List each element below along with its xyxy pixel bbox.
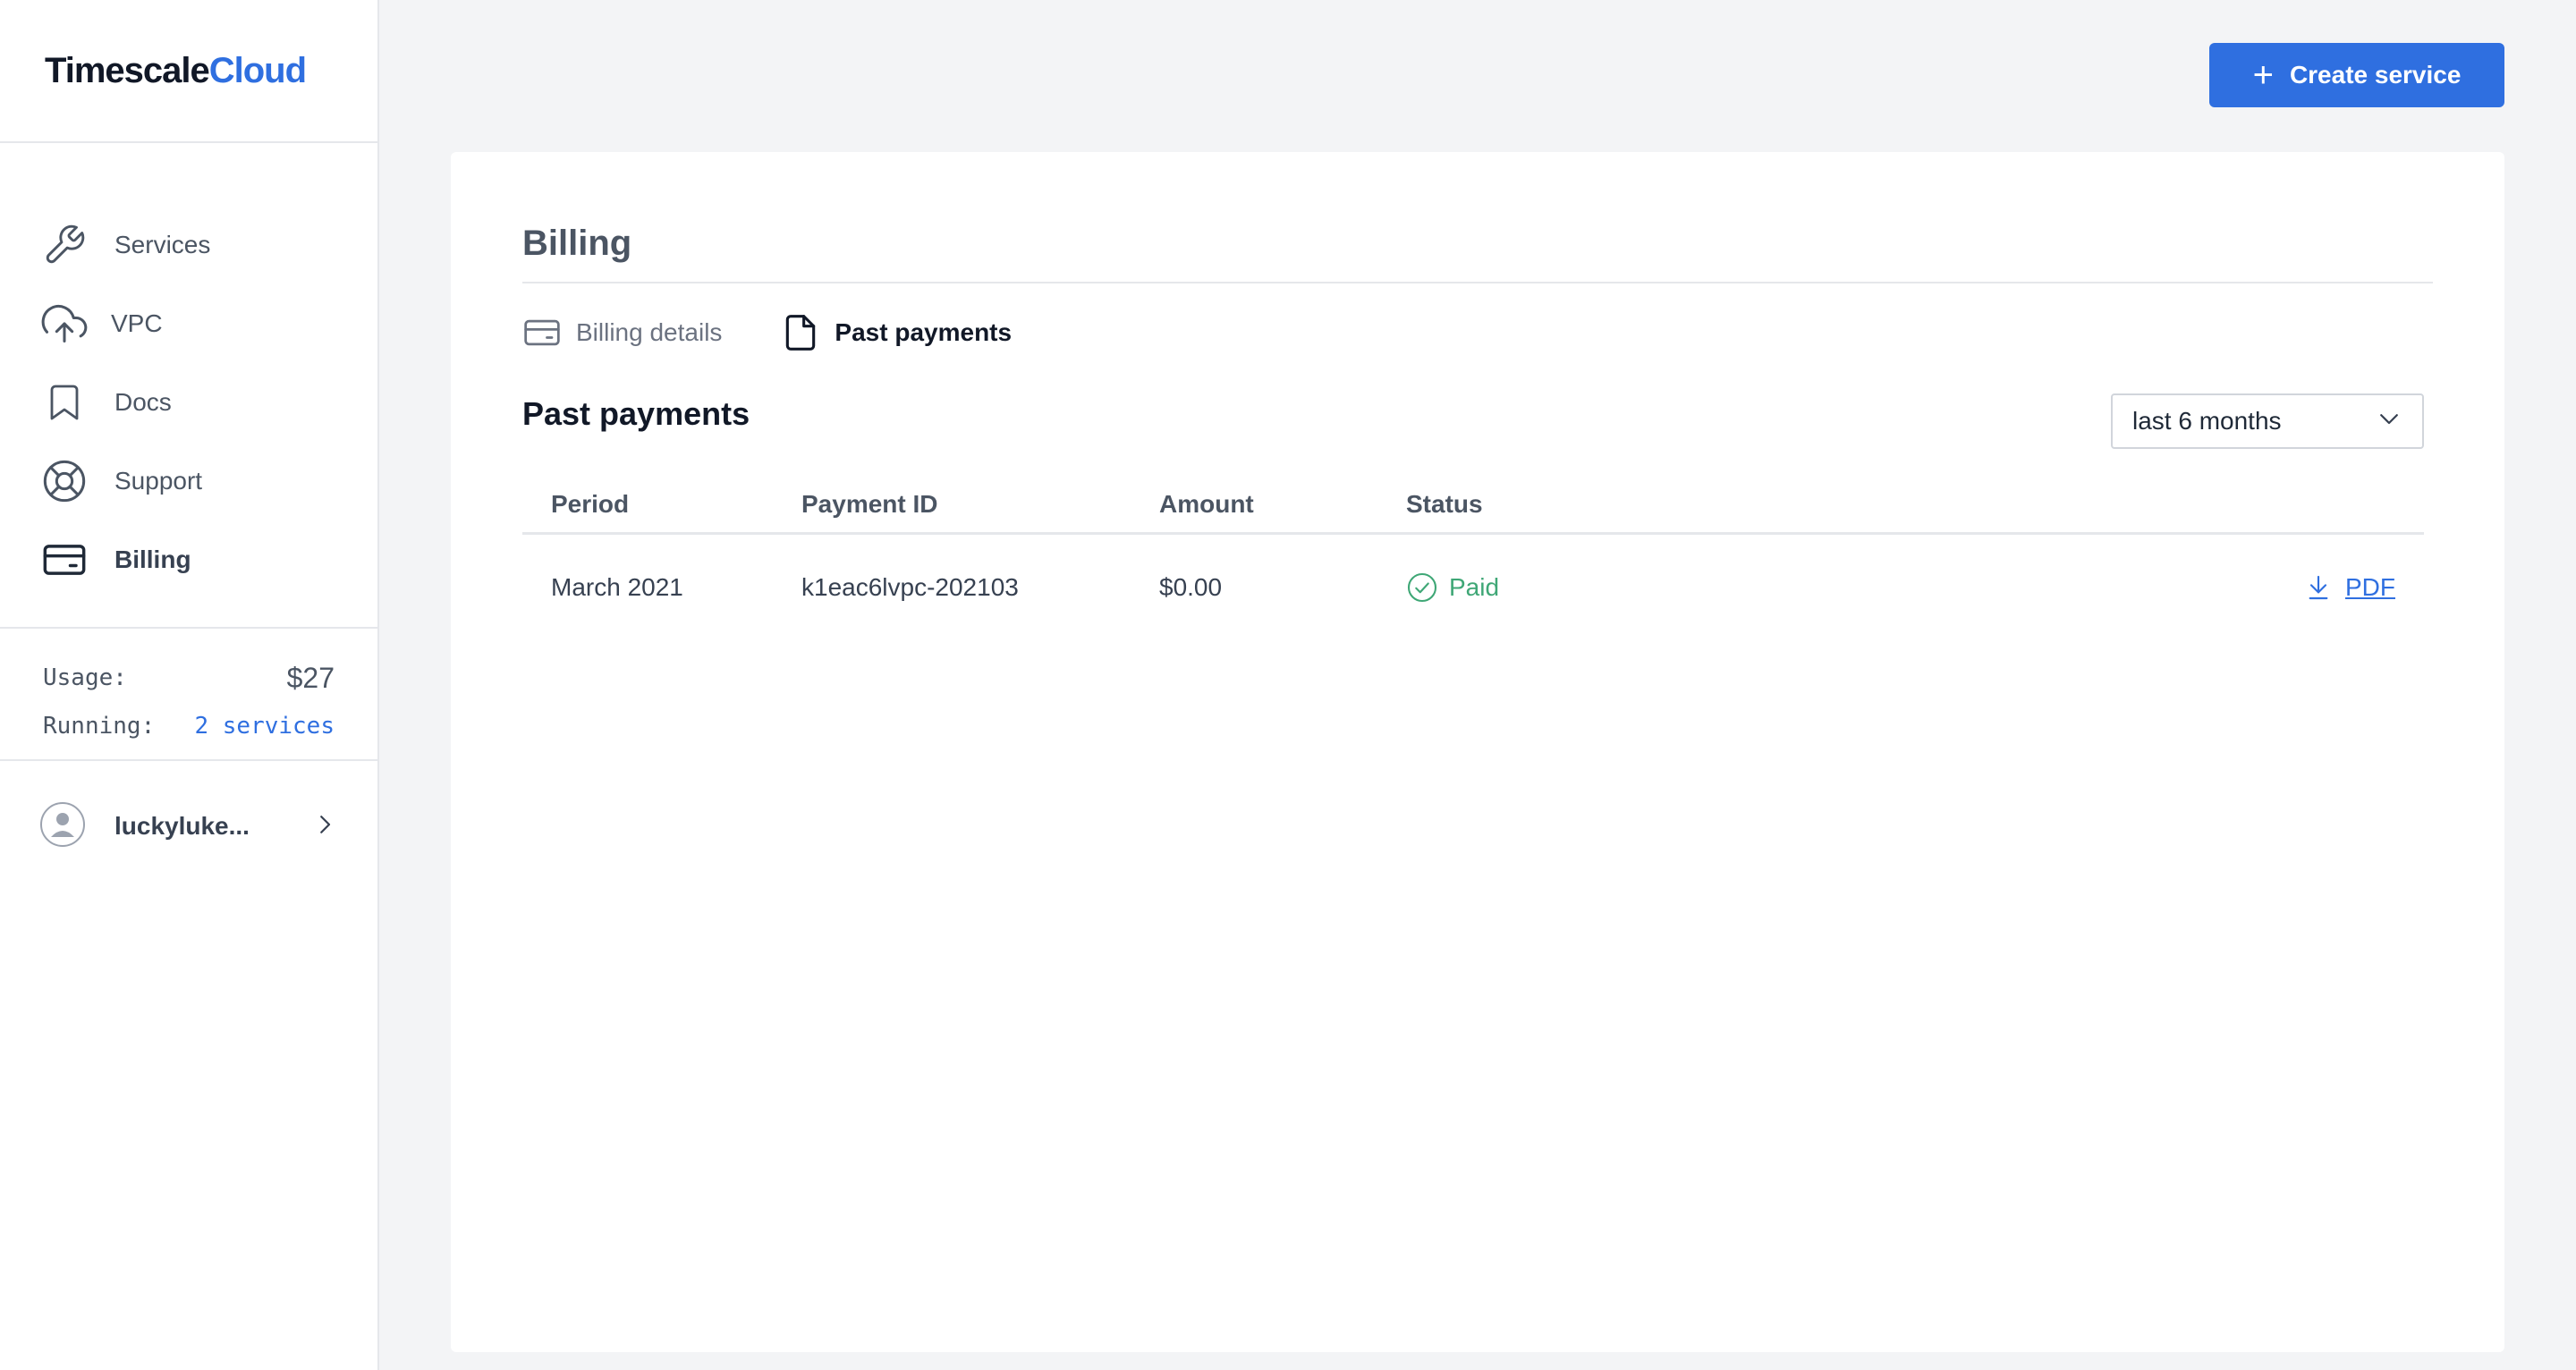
sidebar-item-label: Support xyxy=(114,467,203,495)
credit-card-icon xyxy=(39,535,89,585)
timescale-cloud-logo[interactable]: TimescaleCloud xyxy=(45,50,307,91)
sidebar-item-label: Docs xyxy=(114,388,172,416)
pdf-label: PDF xyxy=(2345,573,2395,601)
logo-main-text: Timescale xyxy=(45,50,210,90)
billing-tabs: Billing details Past payments xyxy=(522,313,1071,352)
lifebuoy-icon xyxy=(39,456,89,506)
tab-label: Past payments xyxy=(835,318,1013,346)
column-header-status: Status xyxy=(1406,489,1483,518)
section-title: Past payments xyxy=(522,395,750,432)
usage-summary: Usage: $27 Running: 2 services xyxy=(0,629,377,761)
date-range-value: last 6 months xyxy=(2132,407,2282,435)
tab-billing-details[interactable]: Billing details xyxy=(522,313,722,352)
tab-label: Billing details xyxy=(576,318,723,346)
usage-value: $27 xyxy=(286,661,335,694)
amount-cell: $0.00 xyxy=(1159,573,1223,601)
sidebar-item-support[interactable]: Support xyxy=(0,442,377,520)
user-menu[interactable]: luckyluke... xyxy=(0,761,377,892)
cloud-upload-icon xyxy=(39,299,89,349)
billing-card: Billing Billing details Past payments Pa… xyxy=(451,152,2504,1352)
logo-accent-text: Cloud xyxy=(208,50,307,90)
bookmark-icon xyxy=(39,377,89,427)
chevron-right-icon xyxy=(311,811,338,842)
status-label: Paid xyxy=(1449,573,1500,601)
running-label: Running: xyxy=(43,713,156,740)
download-pdf-link[interactable]: PDF xyxy=(2304,573,2395,602)
sidebar-item-label: VPC xyxy=(111,309,163,337)
running-row: Running: 2 services xyxy=(43,702,335,750)
period-cell: March 2021 xyxy=(551,573,683,601)
column-header-period: Period xyxy=(551,489,630,518)
date-range-select[interactable]: last 6 months xyxy=(2111,393,2424,449)
sidebar-item-docs[interactable]: Docs xyxy=(0,363,377,442)
check-circle-icon xyxy=(1407,572,1437,603)
create-service-button[interactable]: + Create service xyxy=(2209,43,2504,107)
sidebar-nav: Services VPC Docs Support Billing xyxy=(0,143,377,629)
download-cell: PDF xyxy=(1674,573,2424,602)
column-header-amount: Amount xyxy=(1159,489,1254,518)
table-row: March 2021 k1eac6lvpc-202103 $0.00 Paid xyxy=(522,535,2424,640)
usage-label: Usage: xyxy=(43,664,127,691)
divider xyxy=(522,282,2433,283)
wrench-icon xyxy=(39,220,89,270)
table-header: Period Payment ID Amount Status xyxy=(522,476,2424,535)
payments-table: Period Payment ID Amount Status March 20… xyxy=(522,476,2424,640)
running-services-link[interactable]: 2 services xyxy=(194,713,335,740)
plus-icon: + xyxy=(2252,55,2274,95)
status-badge: Paid xyxy=(1406,571,1674,604)
sidebar-item-label: Billing xyxy=(114,545,191,573)
sidebar: TimescaleCloud Services VPC Docs Support… xyxy=(0,0,379,1370)
sidebar-item-billing[interactable]: Billing xyxy=(0,520,377,599)
create-service-label: Create service xyxy=(2289,61,2462,89)
sidebar-item-vpc[interactable]: VPC xyxy=(0,284,377,363)
chevron-down-icon xyxy=(2376,405,2402,438)
download-icon xyxy=(2309,575,2328,600)
status-cell: Paid xyxy=(1406,571,1674,604)
payment-id-cell: k1eac6lvpc-202103 xyxy=(801,573,1019,601)
sidebar-item-label: Services xyxy=(114,231,211,258)
sidebar-item-services[interactable]: Services xyxy=(0,206,377,284)
document-icon xyxy=(781,313,820,352)
user-name: luckyluke... xyxy=(114,812,250,840)
avatar xyxy=(39,801,89,851)
column-header-payment-id: Payment ID xyxy=(801,489,938,518)
page-title: Billing xyxy=(522,224,632,263)
tab-past-payments[interactable]: Past payments xyxy=(781,313,1012,352)
credit-card-icon xyxy=(522,313,562,352)
logo-area: TimescaleCloud xyxy=(0,0,377,143)
usage-row: Usage: $27 xyxy=(43,654,335,702)
